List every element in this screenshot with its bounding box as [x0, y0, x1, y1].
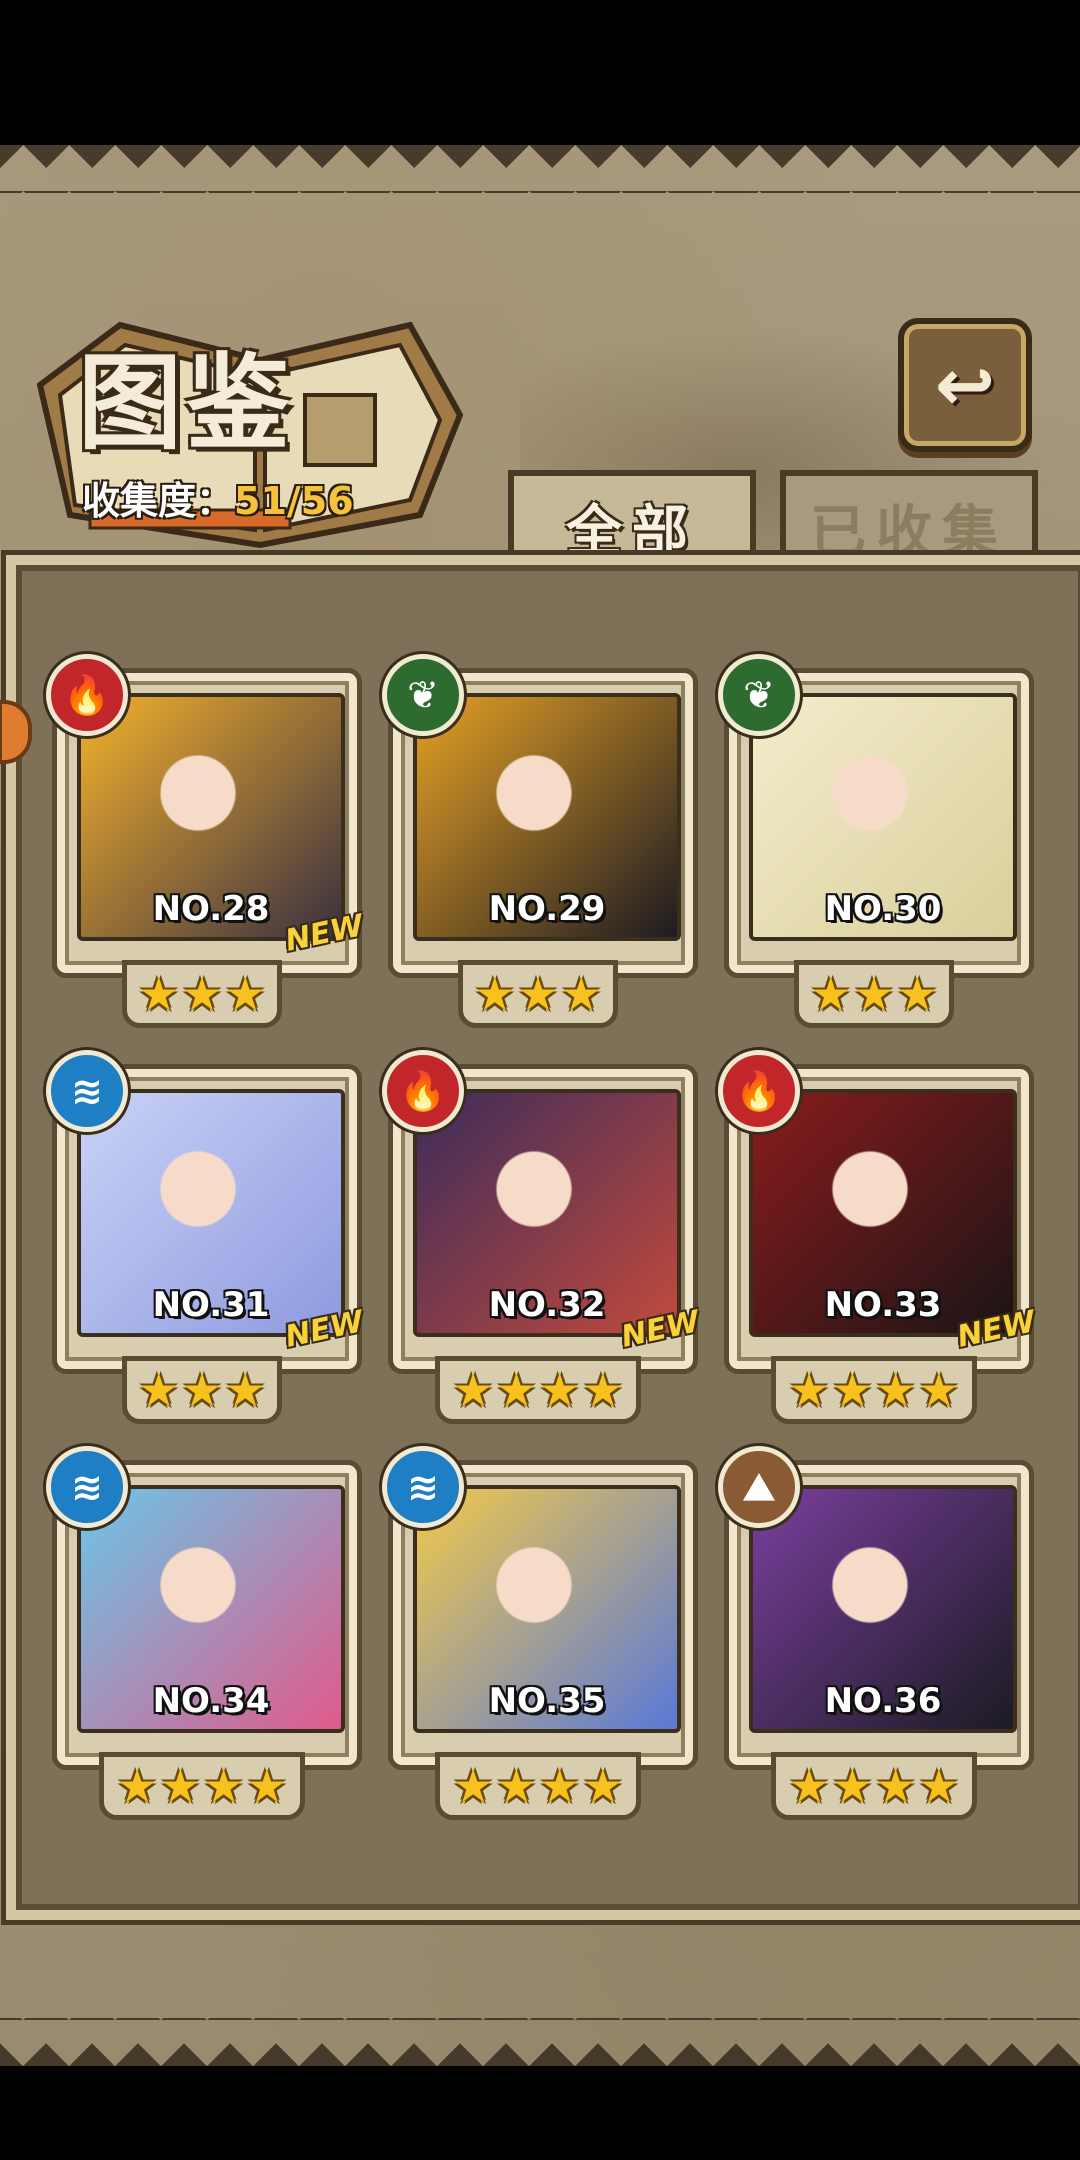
character-portrait: NO.32	[413, 1089, 681, 1337]
star-icon: ★	[224, 1363, 266, 1417]
star-icon: ★	[495, 1363, 537, 1417]
star-icon: ★	[831, 1759, 873, 1813]
star-icon: ★	[452, 1363, 494, 1417]
star-icon: ★	[875, 1363, 917, 1417]
star-icon: ★	[582, 1363, 624, 1417]
water-element-icon: ≋	[46, 1446, 128, 1528]
star-icon: ★	[560, 967, 602, 1021]
star-icon: ★	[246, 1759, 288, 1813]
star-icon: ★	[810, 967, 852, 1021]
star-icon: ★	[788, 1759, 830, 1813]
star-icon: ★	[875, 1759, 917, 1813]
star-icon: ★	[831, 1363, 873, 1417]
star-icon: ★	[452, 1759, 494, 1813]
star-icon: ★	[918, 1759, 960, 1813]
character-card[interactable]: NO.33 🔥 NEW ★ ★ ★ ★	[718, 1050, 1039, 1424]
character-card[interactable]: NO.30 ❦ ★ ★ ★	[718, 654, 1034, 1028]
character-portrait: NO.36	[749, 1485, 1017, 1733]
back-arrow-icon: ↩	[934, 343, 996, 427]
water-element-icon: ≋	[382, 1446, 464, 1528]
torn-edge-bottom	[0, 2018, 1080, 2066]
star-rating: ★ ★ ★ ★	[435, 1752, 641, 1820]
leaf-element-icon: ❦	[718, 654, 800, 736]
back-button[interactable]: ↩	[898, 318, 1032, 452]
fire-element-icon: 🔥	[718, 1050, 800, 1132]
star-icon: ★	[224, 967, 266, 1021]
star-icon: ★	[539, 1363, 581, 1417]
card-number: NO.34	[152, 1681, 270, 1721]
star-icon: ★	[896, 967, 938, 1021]
character-card[interactable]: NO.32 🔥 NEW ★ ★ ★ ★	[382, 1050, 703, 1424]
water-element-icon: ≋	[46, 1050, 128, 1132]
character-card[interactable]: NO.31 ≋ NEW ★ ★ ★	[46, 1050, 367, 1424]
star-icon: ★	[517, 967, 559, 1021]
star-rating: ★ ★ ★	[122, 1356, 282, 1424]
card-number: NO.36	[824, 1681, 942, 1721]
character-portrait: NO.33	[749, 1089, 1017, 1337]
character-card[interactable]: NO.28 🔥 NEW ★ ★ ★	[46, 654, 367, 1028]
collection-label: 收集度：	[82, 479, 235, 523]
character-portrait: NO.35	[413, 1485, 681, 1733]
character-card[interactable]: NO.36 ⛰ ★ ★ ★ ★	[718, 1446, 1034, 1820]
star-icon: ★	[138, 967, 180, 1021]
star-rating: ★ ★ ★ ★	[435, 1356, 641, 1424]
fire-element-icon: 🔥	[46, 654, 128, 736]
star-rating: ★ ★ ★ ★	[771, 1356, 977, 1424]
character-portrait: NO.31	[77, 1089, 345, 1337]
star-rating: ★ ★ ★	[122, 960, 282, 1028]
torn-edge-top	[0, 145, 1080, 193]
star-icon: ★	[116, 1759, 158, 1813]
star-icon: ★	[181, 967, 223, 1021]
card-number: NO.35	[488, 1681, 606, 1721]
star-icon: ★	[474, 967, 516, 1021]
star-icon: ★	[495, 1759, 537, 1813]
character-card[interactable]: NO.35 ≋ ★ ★ ★ ★	[382, 1446, 698, 1820]
star-icon: ★	[203, 1759, 245, 1813]
page-title: 图鉴	[78, 342, 295, 464]
star-rating: ★ ★ ★ ★	[771, 1752, 977, 1820]
navigation-bar-area	[0, 2066, 1080, 2160]
star-rating: ★ ★ ★	[458, 960, 618, 1028]
character-card[interactable]: NO.29 ❦ ★ ★ ★	[382, 654, 698, 1028]
star-icon: ★	[181, 1363, 223, 1417]
character-card[interactable]: NO.34 ≋ ★ ★ ★ ★	[46, 1446, 362, 1820]
character-portrait: NO.29	[413, 693, 681, 941]
fire-element-icon: 🔥	[382, 1050, 464, 1132]
star-icon: ★	[159, 1759, 201, 1813]
character-portrait: NO.34	[77, 1485, 345, 1733]
earth-element-icon: ⛰	[718, 1446, 800, 1528]
star-icon: ★	[582, 1759, 624, 1813]
status-bar-area	[0, 0, 1080, 145]
star-icon: ★	[138, 1363, 180, 1417]
star-rating: ★ ★ ★ ★	[99, 1752, 305, 1820]
star-rating: ★ ★ ★	[794, 960, 954, 1028]
card-number: NO.29	[488, 889, 606, 929]
character-portrait: NO.28	[77, 693, 345, 941]
collection-value: 51/56	[234, 479, 354, 523]
star-icon: ★	[853, 967, 895, 1021]
star-icon: ★	[788, 1363, 830, 1417]
card-number: NO.30	[824, 889, 942, 929]
collection-progress: 收集度：51/56	[82, 470, 354, 525]
leaf-element-icon: ❦	[382, 654, 464, 736]
character-portrait: NO.30	[749, 693, 1017, 941]
star-icon: ★	[918, 1363, 960, 1417]
star-icon: ★	[539, 1759, 581, 1813]
